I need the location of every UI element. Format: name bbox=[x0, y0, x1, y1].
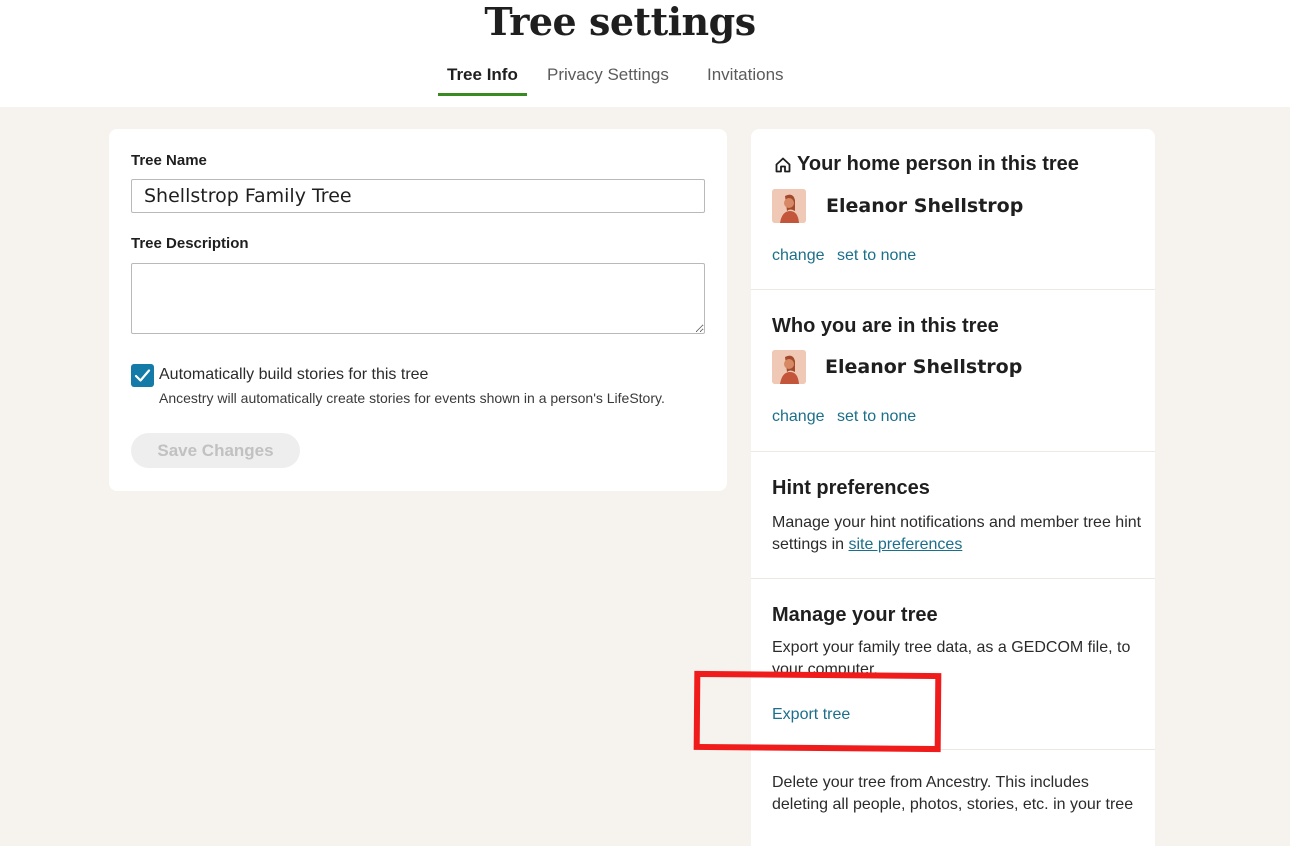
tree-name-label: Tree Name bbox=[131, 152, 207, 169]
tab-privacy-settings[interactable]: Privacy Settings bbox=[538, 62, 678, 96]
page-title: Tree settings bbox=[484, 0, 756, 44]
auto-stories-help: Ancestry will automatically create stori… bbox=[159, 390, 665, 406]
tab-invitations[interactable]: Invitations bbox=[698, 62, 793, 96]
auto-stories-label[interactable]: Automatically build stories for this tre… bbox=[159, 366, 428, 384]
tree-description-label: Tree Description bbox=[131, 235, 249, 252]
hint-preferences-text: Manage your hint notifications and membe… bbox=[772, 512, 1142, 556]
checkmark-icon bbox=[134, 369, 151, 382]
auto-stories-checkbox[interactable] bbox=[131, 364, 154, 387]
who-you-are-title: Who you are in this tree bbox=[772, 315, 999, 337]
who-you-are-section: Who you are in this tree Eleanor Shellst… bbox=[751, 290, 1155, 452]
avatar bbox=[772, 189, 806, 223]
page-header: Tree settings Tree Info Privacy Settings… bbox=[0, 0, 1290, 107]
tree-sidebar-card: Your home person in this tree Eleanor Sh… bbox=[751, 129, 1155, 846]
delete-tree-text: Delete your tree from Ancestry. This inc… bbox=[772, 774, 1134, 813]
hint-preferences-section: Hint preferences Manage your hint notifi… bbox=[751, 452, 1155, 579]
home-person-section: Your home person in this tree Eleanor Sh… bbox=[751, 129, 1155, 290]
hint-preferences-title: Hint preferences bbox=[772, 477, 930, 499]
tree-description-input[interactable] bbox=[131, 263, 705, 334]
export-tree-link[interactable]: Export tree bbox=[772, 706, 850, 724]
who-you-are-change-link[interactable]: change bbox=[772, 408, 825, 426]
home-person-name: Eleanor Shellstrop bbox=[826, 195, 1024, 217]
tree-info-card: Tree Name Tree Description Automatically… bbox=[109, 129, 727, 491]
home-person-set-none-link[interactable]: set to none bbox=[837, 247, 916, 265]
manage-tree-section: Manage your tree Export your family tree… bbox=[751, 579, 1155, 750]
site-preferences-link[interactable]: site preferences bbox=[848, 536, 962, 553]
save-changes-button[interactable]: Save Changes bbox=[131, 433, 300, 468]
delete-tree-section: Delete your tree from Ancestry. This inc… bbox=[751, 750, 1155, 846]
tree-name-input[interactable] bbox=[131, 179, 705, 213]
who-you-are-name: Eleanor Shellstrop bbox=[825, 356, 1023, 378]
home-icon bbox=[775, 157, 791, 173]
manage-tree-title: Manage your tree bbox=[772, 604, 938, 626]
who-you-are-set-none-link[interactable]: set to none bbox=[837, 408, 916, 426]
home-person-change-link[interactable]: change bbox=[772, 247, 825, 265]
tab-tree-info[interactable]: Tree Info bbox=[438, 62, 527, 96]
manage-tree-text: Export your family tree data, as a GEDCO… bbox=[772, 639, 1131, 678]
avatar bbox=[772, 350, 806, 384]
settings-tabs: Tree Info Privacy Settings Invitations bbox=[0, 62, 1290, 96]
home-person-title: Your home person in this tree bbox=[797, 153, 1079, 175]
